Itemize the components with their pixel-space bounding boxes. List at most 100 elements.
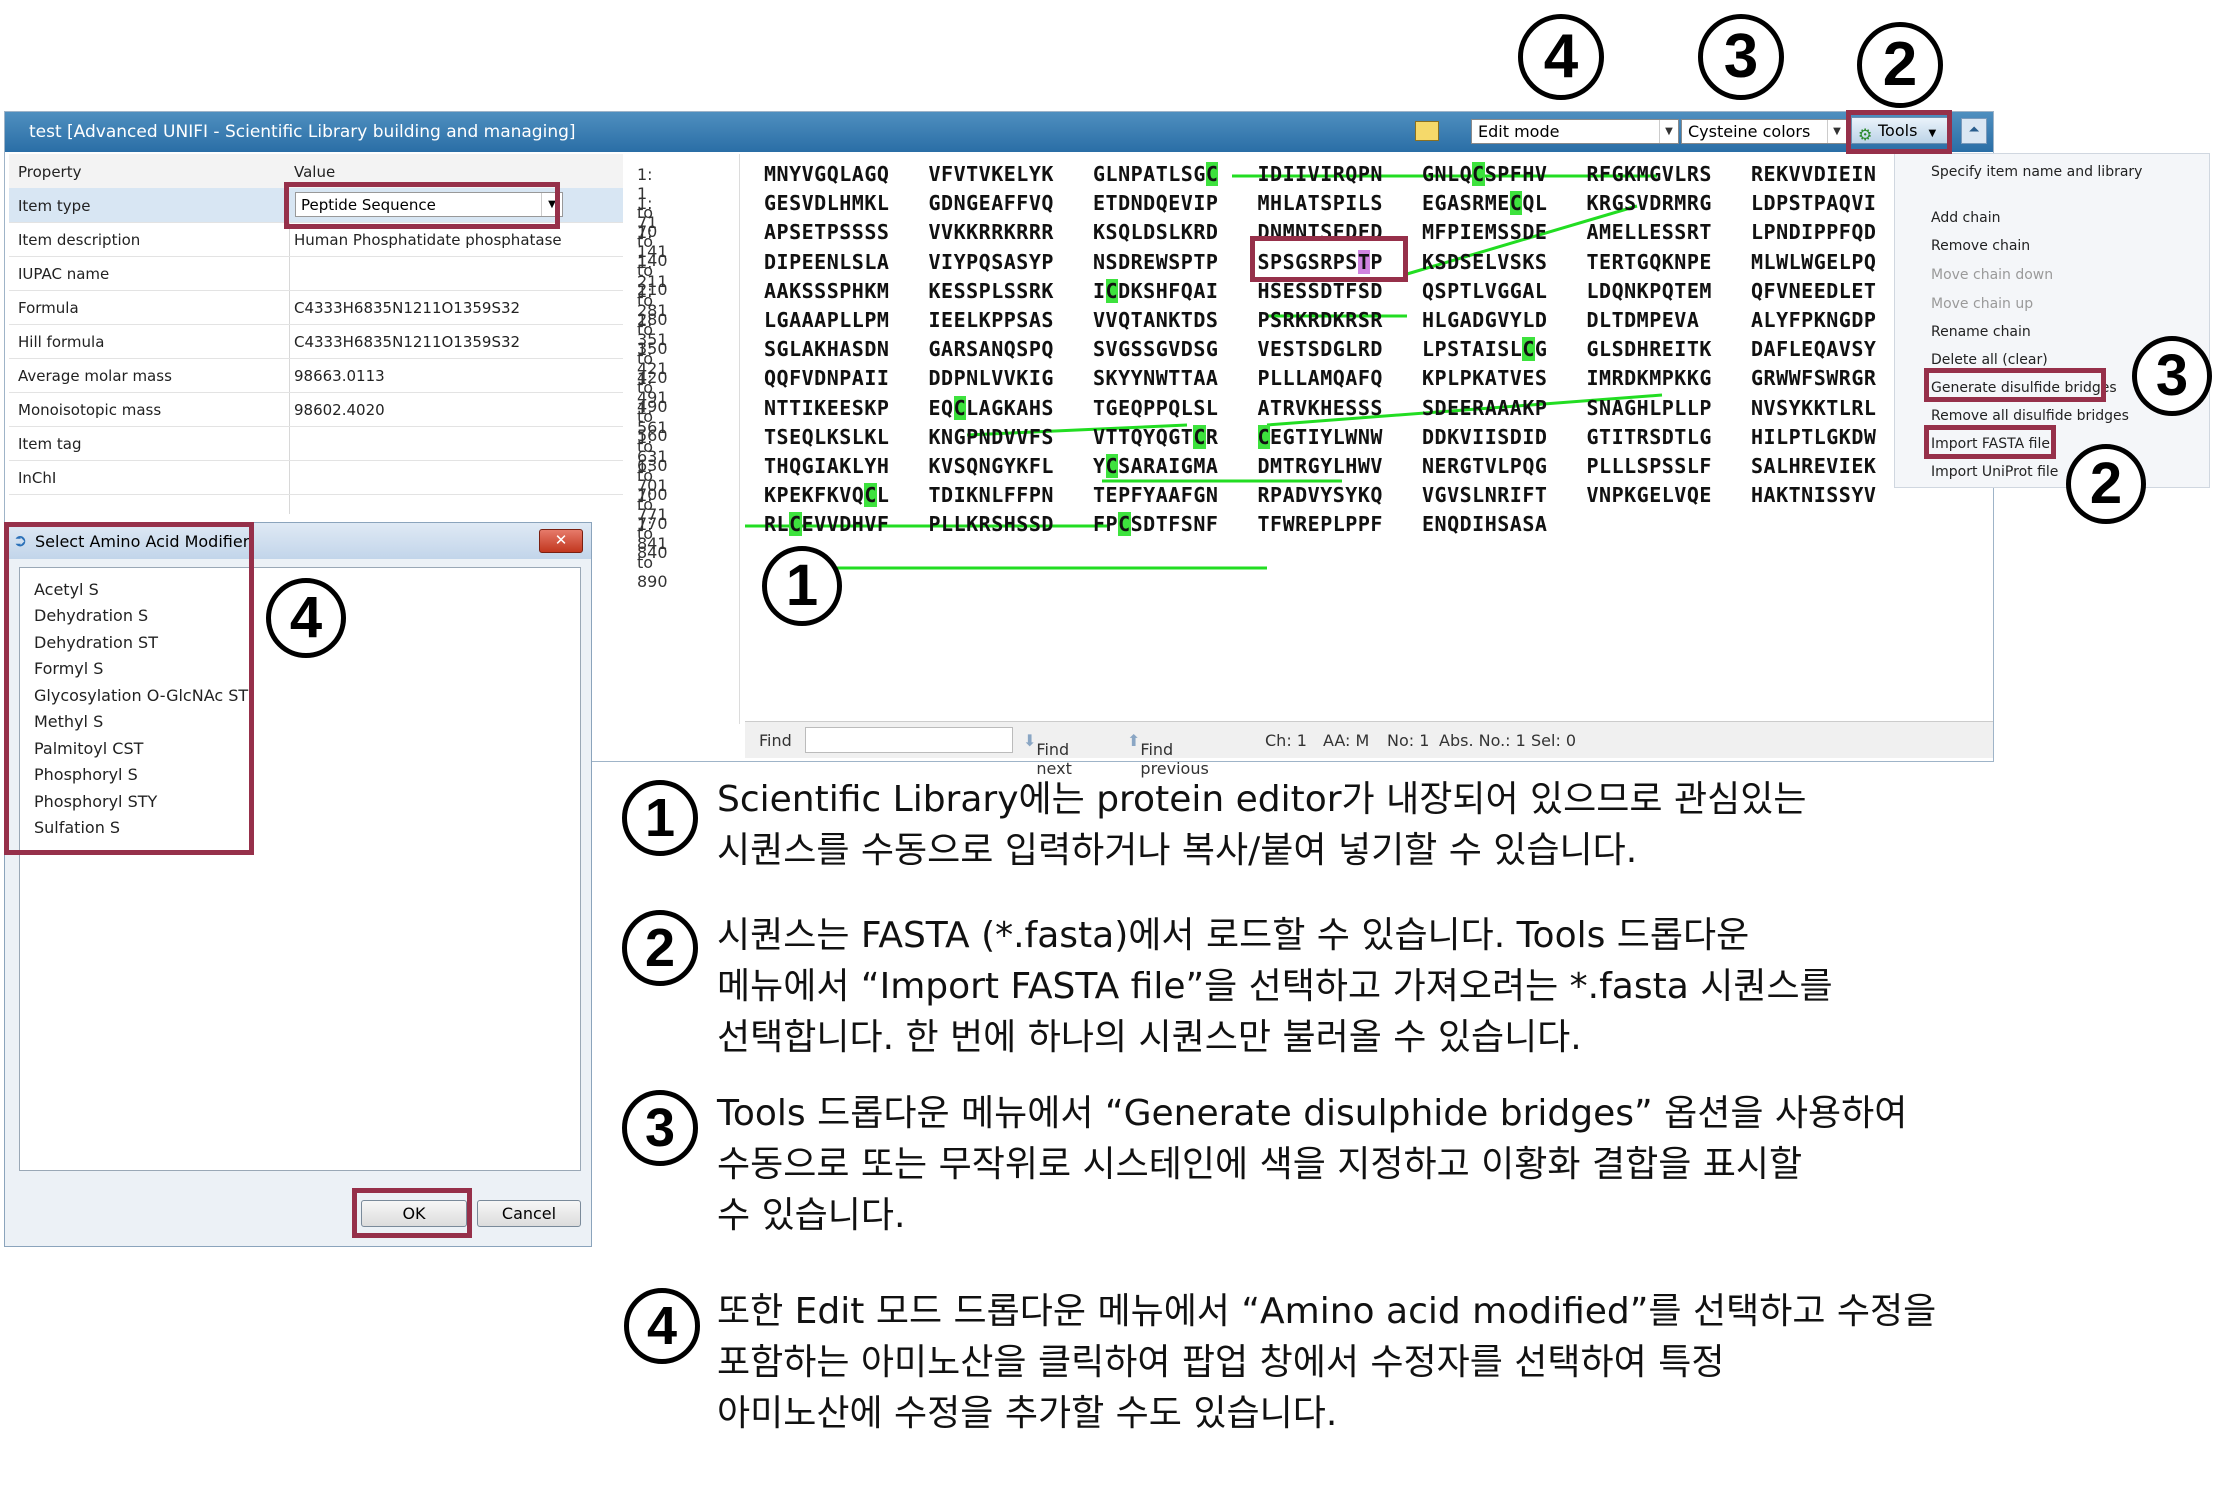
sequence-block[interactable]: ALYFPKNGDP: [1751, 308, 1876, 332]
sequence-block[interactable]: PLLLAMQAFQ: [1258, 366, 1383, 390]
sequence-block[interactable]: DIPEENLSLA: [764, 250, 889, 274]
sequence-block[interactable]: GARSANQSPQ: [929, 337, 1054, 361]
sequence-block[interactable]: YCSARAIGMA: [1093, 454, 1218, 478]
sequence-block[interactable]: CEGTIYLWNW: [1257, 424, 1383, 449]
row-inchi[interactable]: InChI: [9, 460, 623, 495]
list-item[interactable]: Glycosylation O-GlcNAc ST: [34, 686, 248, 705]
cysteine-residue[interactable]: C: [864, 483, 877, 508]
sequence-block[interactable]: KRGSVDRMRG: [1587, 191, 1712, 215]
cysteine-residue[interactable]: C: [1118, 512, 1131, 537]
sequence-block[interactable]: KPLPKATVES: [1422, 366, 1547, 390]
cysteine-residue[interactable]: C: [1472, 162, 1485, 186]
sequence-block[interactable]: THQGIAKLYH: [764, 454, 889, 478]
find-next-button[interactable]: ⬇ Find next: [1023, 731, 1072, 778]
sequence-block[interactable]: KSQLDSLKRD: [1093, 220, 1218, 244]
menu-import-uniprot-file[interactable]: Import UniProt file: [1931, 464, 2058, 480]
sequence-block[interactable]: SGLAKHASDN: [764, 337, 889, 361]
sequence-block[interactable]: REKVVDIEIN: [1751, 162, 1876, 186]
list-item[interactable]: Methyl S: [34, 712, 103, 731]
ok-button[interactable]: OK: [361, 1200, 467, 1227]
menu-add-chain[interactable]: Add chain: [1931, 210, 2000, 226]
sequence-block[interactable]: PSRKRDKRSR: [1258, 308, 1383, 332]
list-item[interactable]: Phosphoryl S: [34, 765, 138, 784]
sequence-block[interactable]: LPSTAISLCG: [1422, 337, 1547, 362]
menu-move-chain-up[interactable]: Move chain up: [1931, 296, 2033, 312]
find-icon[interactable]: [1415, 121, 1439, 141]
sequence-block[interactable]: VTTQYQGTCR: [1093, 424, 1218, 449]
sequence-block[interactable]: TSEQLKSLKL: [764, 425, 889, 449]
sequence-block[interactable]: DNMNTSEDED: [1258, 220, 1383, 244]
sequence-block[interactable]: LDPSTPAQVI: [1751, 191, 1876, 215]
list-item[interactable]: Formyl S: [34, 659, 103, 678]
menu-move-chain-down[interactable]: Move chain down: [1931, 267, 2053, 283]
sequence-block[interactable]: GNLQCSPFHV: [1422, 162, 1547, 186]
sequence-block[interactable]: RLCEVVDHVF: [764, 512, 889, 537]
edit-mode-dropdown[interactable]: Edit mode ▼: [1471, 119, 1679, 144]
cysteine-residue[interactable]: C: [1105, 454, 1119, 478]
sequence-block[interactable]: LPNDIPPFQD: [1751, 220, 1876, 244]
row-monoisotopic-mass[interactable]: Monoisotopic mass 98602.4020: [9, 392, 623, 427]
sequence-block[interactable]: IEELKPPSAS: [929, 308, 1054, 332]
list-item[interactable]: Dehydration ST: [34, 633, 158, 652]
sequence-block[interactable]: TDIKNLFFPN: [929, 483, 1054, 507]
cysteine-residue[interactable]: C: [1257, 424, 1271, 449]
sequence-block[interactable]: RPADVYSYKQ: [1258, 483, 1383, 507]
sequence-block[interactable]: SNAGHLPLLP: [1587, 396, 1712, 420]
sequence-block[interactable]: MHLATSPILS: [1258, 191, 1383, 215]
cysteine-colors-dropdown[interactable]: Cysteine colors ▼: [1681, 119, 1847, 144]
sequence-block[interactable]: QQFVDNPAII: [764, 366, 889, 390]
sequence-block[interactable]: KESSPLSSRK: [929, 279, 1054, 303]
sequence-block[interactable]: APSETPSSSS: [764, 220, 889, 244]
sequence-block[interactable]: FPCSDTFSNF: [1093, 512, 1218, 537]
sequence-block[interactable]: HLGADGVYLD: [1422, 308, 1547, 332]
sequence-block[interactable]: NSDREWSPTP: [1093, 250, 1218, 274]
sequence-block[interactable]: LGAAAPLLPM: [764, 308, 889, 332]
cancel-button[interactable]: Cancel: [477, 1200, 581, 1227]
sequence-block[interactable]: GDNGEAFFVQ: [929, 191, 1054, 215]
row-hill-formula[interactable]: Hill formula C4333H6835N1211O1359S32: [9, 324, 623, 359]
sequence-block[interactable]: GLNPATLSGC: [1093, 162, 1219, 186]
cysteine-residue[interactable]: C: [1105, 278, 1119, 303]
row-item-type[interactable]: Item type Peptide Sequence ▼: [9, 188, 623, 223]
sequence-block[interactable]: GESVDLHMKL: [764, 191, 889, 215]
sequence-block[interactable]: QSPTLVGGAL: [1422, 279, 1547, 303]
menu-import-fasta-file[interactable]: Import FASTA file: [1931, 436, 2050, 452]
list-item[interactable]: Phosphoryl STY: [34, 792, 157, 811]
menu-generate-disulfide-bridges[interactable]: Generate disulfide bridges: [1931, 380, 2117, 396]
menu-specify-item-name[interactable]: Specify item name and library: [1931, 164, 2142, 180]
sequence-block[interactable]: GTITRSDTLG: [1587, 425, 1712, 449]
cysteine-residue[interactable]: C: [1509, 191, 1523, 216]
list-item[interactable]: Sulfation S: [34, 818, 120, 837]
sequence-block[interactable]: VVKKRRKRRR: [929, 220, 1054, 244]
sequence-block[interactable]: KNGPNDVVFS: [929, 425, 1054, 449]
sequence-block[interactable]: SVGSSGVDSG: [1093, 337, 1218, 361]
list-item[interactable]: Acetyl S: [34, 580, 99, 599]
selected-residue[interactable]: T: [1357, 249, 1371, 274]
sequence-block[interactable]: IDIIVIRQPN: [1258, 162, 1383, 186]
menu-remove-chain[interactable]: Remove chain: [1931, 238, 2030, 254]
sequence-block[interactable]: MLWLWGELPQ: [1751, 250, 1876, 274]
cysteine-residue[interactable]: C: [1522, 337, 1535, 362]
sequence-block[interactable]: EQCLAGKAHS: [929, 395, 1054, 420]
sequence-block[interactable]: NTTIKEESKP: [764, 396, 889, 420]
sequence-block[interactable]: HSESSDTFSD: [1258, 279, 1383, 303]
list-item[interactable]: Dehydration S: [34, 606, 148, 625]
sequence-block[interactable]: DDKVIISDID: [1422, 425, 1547, 449]
sequence-block[interactable]: HILPTLGKDW: [1751, 425, 1876, 449]
cysteine-residue[interactable]: C: [1193, 424, 1206, 449]
sequence-block[interactable]: PLLKRSHSSD: [929, 512, 1054, 536]
sequence-block[interactable]: DAFLEQAVSY: [1751, 337, 1876, 361]
sequence-block[interactable]: ICDKSHFQAI: [1093, 278, 1218, 303]
sequence-block[interactable]: LDQNKPQTEM: [1587, 279, 1712, 303]
sequence-block[interactable]: SDEERAAAKP: [1422, 396, 1547, 420]
menu-rename-chain[interactable]: Rename chain: [1931, 324, 2031, 340]
sequence-editor[interactable]: 1: 1 to 70 MNYVGQLAGQ VFVTVKELYK GLNPATLSGC…: [627, 154, 1887, 724]
menu-delete-all[interactable]: Delete all (clear): [1931, 352, 2048, 368]
sequence-block[interactable]: VIYPQSASYP: [929, 250, 1054, 274]
cysteine-residue[interactable]: C: [1205, 162, 1219, 186]
sequence-block[interactable]: VNPKGELVQE: [1587, 483, 1712, 507]
sequence-block[interactable]: VGVSLNRIFT: [1422, 483, 1547, 507]
close-button[interactable]: ✕: [539, 529, 583, 553]
cysteine-residue[interactable]: C: [953, 395, 967, 420]
sequence-block[interactable]: PLLLSPSSLF: [1587, 454, 1712, 478]
